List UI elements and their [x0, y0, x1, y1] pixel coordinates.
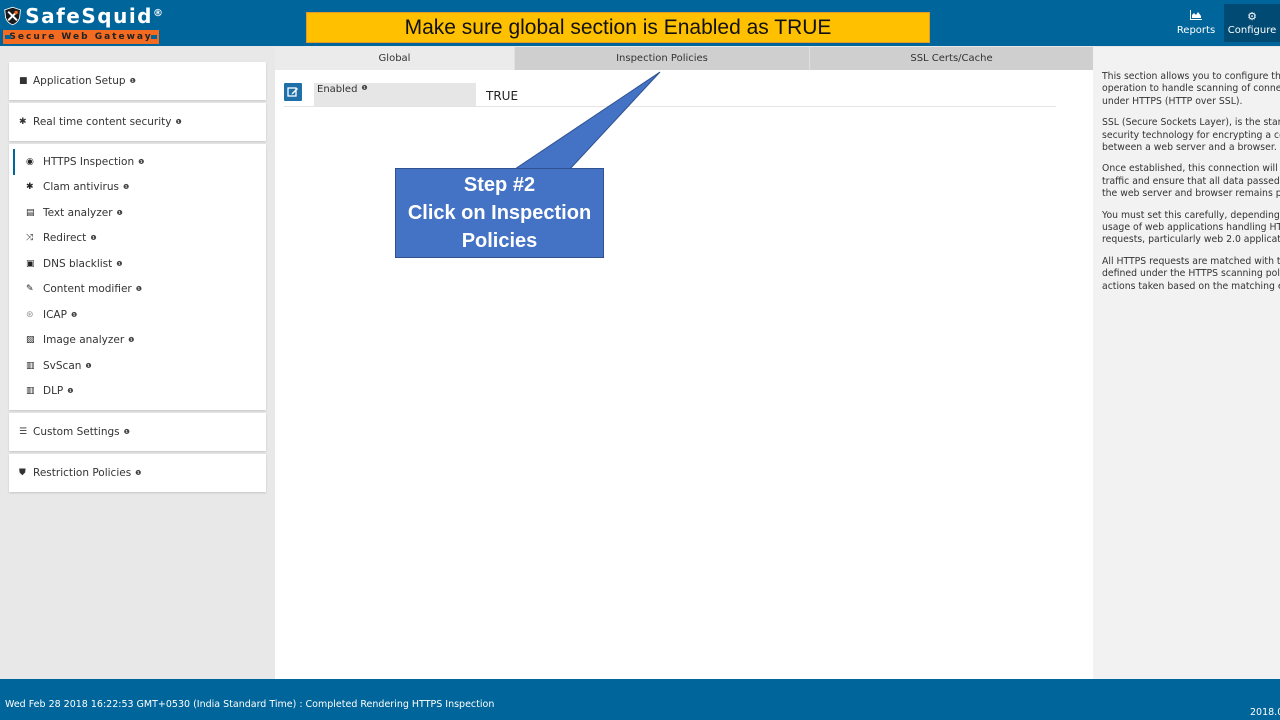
- sidebar-item-label: Clam antivirus: [43, 181, 119, 194]
- sidebar-item-icap[interactable]: ⊛ ICAP ❶: [13, 302, 266, 328]
- life-ring-icon: ⊛: [26, 309, 34, 320]
- field-label-text: Enabled: [317, 84, 358, 95]
- sidebar-section-custom-settings[interactable]: ☰ Custom Settings ❶: [9, 413, 266, 451]
- safesquid-logo[interactable]: SafeSquid® Secure Web Gateway: [3, 3, 163, 45]
- tab-bar: Global Inspection Policies SSL Certs/Cac…: [275, 47, 1093, 70]
- sidebar-section-restriction-policies[interactable]: ⛊ Restriction Policies ❶: [9, 454, 266, 492]
- info-icon[interactable]: ❶: [128, 336, 134, 344]
- image-file-icon: ▧: [26, 335, 35, 346]
- sidebar-item-label: Text analyzer: [43, 206, 113, 219]
- sidebar-item-label: Redirect: [43, 232, 87, 245]
- barcode-icon: ▥: [26, 386, 35, 397]
- main-panel: Global Inspection Policies SSL Certs/Cac…: [275, 47, 1093, 679]
- sidebar-item-label: ICAP: [43, 308, 67, 321]
- sidebar-item-label: Content modifier: [43, 283, 132, 296]
- info-icon[interactable]: ❶: [71, 311, 77, 319]
- instruction-banner: Make sure global section is Enabled as T…: [306, 12, 930, 43]
- nav-reports-label: Reports: [1176, 25, 1216, 36]
- logo-tagline: Secure Web Gateway: [3, 30, 159, 44]
- help-paragraph: All HTTPS requests are matched with the …: [1102, 255, 1280, 292]
- edit-button[interactable]: [284, 83, 302, 101]
- sidebar-item-svscan[interactable]: ▥ SvScan ❶: [13, 353, 266, 379]
- sidebar-section-label: Restriction Policies: [33, 467, 132, 479]
- tab-ssl-certs-cache[interactable]: SSL Certs/Cache: [809, 47, 1093, 70]
- help-panel: This section allows you to configure the…: [1093, 47, 1280, 679]
- help-paragraph: Once established, this connection will e…: [1102, 163, 1280, 200]
- edit-icon: ✎: [26, 284, 34, 295]
- shield-tools-icon: [4, 6, 21, 26]
- info-icon[interactable]: ❶: [123, 183, 129, 191]
- sliders-icon: ☰: [19, 427, 28, 437]
- sidebar-item-label: DNS blacklist: [43, 257, 113, 270]
- nav-reports[interactable]: Reports: [1168, 4, 1224, 42]
- info-icon[interactable]: ❶: [361, 84, 367, 92]
- info-icon[interactable]: ❶: [176, 118, 182, 126]
- field-value-enabled: TRUE: [486, 89, 519, 103]
- sidebar-item-https-inspection[interactable]: ◉ HTTPS Inspection ❶: [13, 149, 266, 175]
- sidebar-section-realtime: ✱ Real time content security ❶: [9, 103, 266, 141]
- info-icon[interactable]: ❶: [117, 209, 123, 217]
- sidebar-item-label: Image analyzer: [43, 334, 125, 347]
- setting-row-enabled: Enabled ❶ TRUE: [284, 83, 1056, 107]
- info-icon[interactable]: ❶: [136, 285, 142, 293]
- nav-configure[interactable]: ⚙ Configure: [1224, 4, 1280, 42]
- app-header: SafeSquid® Secure Web Gateway Make sure …: [0, 0, 1280, 46]
- sidebar-item-redirect[interactable]: ⤨ Redirect ❶: [13, 226, 266, 252]
- info-icon[interactable]: ❶: [67, 387, 73, 395]
- info-icon[interactable]: ❶: [85, 362, 91, 370]
- bug-icon: ✱: [19, 117, 27, 127]
- briefcase-icon: ■: [19, 76, 28, 86]
- info-icon[interactable]: ❶: [130, 77, 136, 85]
- help-paragraph: You must set this carefully, depending u…: [1102, 209, 1280, 246]
- sidebar-item-label: HTTPS Inspection: [43, 155, 135, 168]
- cogs-icon: ⚙: [1247, 10, 1257, 23]
- top-nav: Reports ⚙ Configure: [1168, 4, 1280, 42]
- callout-line2: Click on Inspection: [407, 202, 592, 224]
- eye-icon: ◉: [26, 156, 34, 167]
- sidebar: ■ Application Setup ❶ ✱ Real time content…: [9, 62, 266, 495]
- version-text: 2018.0: [1250, 707, 1280, 718]
- status-bar: Wed Feb 28 2018 16:22:53 GMT+0530 (India…: [0, 679, 1280, 720]
- tab-global[interactable]: Global: [275, 47, 514, 70]
- step-callout: Step #2 Click on Inspection Policies: [395, 168, 604, 258]
- barcode-icon: ▥: [26, 360, 35, 371]
- field-label-enabled: Enabled ❶: [314, 83, 476, 106]
- callout-step: Step #2: [463, 174, 536, 196]
- sidebar-item-clam-antivirus[interactable]: ✱ Clam antivirus ❶: [13, 175, 266, 201]
- info-icon[interactable]: ❶: [135, 469, 141, 477]
- sidebar-item-image-analyzer[interactable]: ▧ Image analyzer ❶: [13, 328, 266, 354]
- sidebar-item-dlp[interactable]: ▥ DLP ❶: [13, 379, 266, 405]
- logo-name: SafeSquid®: [25, 4, 163, 28]
- sidebar-item-label: DLP: [43, 385, 64, 398]
- info-icon[interactable]: ❶: [124, 428, 130, 436]
- sidebar-item-dns-blacklist[interactable]: ▣ DNS blacklist ❶: [13, 251, 266, 277]
- tab-inspection-policies[interactable]: Inspection Policies: [514, 47, 809, 70]
- sidebar-section-application-setup[interactable]: ■ Application Setup ❶: [9, 62, 266, 100]
- sidebar-section-label: Custom Settings: [33, 426, 120, 438]
- sidebar-section-label: Real time content security: [33, 116, 172, 128]
- info-icon[interactable]: ❶: [138, 158, 144, 166]
- dns-icon: ▣: [26, 258, 35, 269]
- sidebar-item-text-analyzer[interactable]: ▤ Text analyzer ❶: [13, 200, 266, 226]
- asterisk-icon: ✱: [26, 182, 34, 193]
- info-icon[interactable]: ❶: [90, 234, 96, 242]
- callout-line3: Policies: [461, 230, 538, 252]
- info-icon[interactable]: ❶: [116, 260, 122, 268]
- sidebar-subitems: ◉ HTTPS Inspection ❶ ✱ Clam antivirus ❶ ▤ …: [9, 144, 266, 410]
- sidebar-item-content-modifier[interactable]: ✎ Content modifier ❶: [13, 277, 266, 303]
- status-text: Wed Feb 28 2018 16:22:53 GMT+0530 (India…: [5, 699, 495, 710]
- help-paragraph: SSL (Secure Sockets Layer), is the stand…: [1102, 117, 1280, 154]
- sidebar-section-label: Application Setup: [33, 75, 126, 87]
- file-text-icon: ▤: [26, 207, 35, 218]
- shield-icon: ⛊: [19, 468, 26, 478]
- nav-configure-label: Configure: [1227, 25, 1277, 36]
- edit-icon: [287, 87, 298, 97]
- help-paragraph: This section allows you to configure the…: [1102, 71, 1280, 107]
- random-icon: ⤨: [26, 233, 34, 244]
- area-chart-icon: [1190, 10, 1202, 24]
- sidebar-item-label: SvScan: [43, 359, 82, 372]
